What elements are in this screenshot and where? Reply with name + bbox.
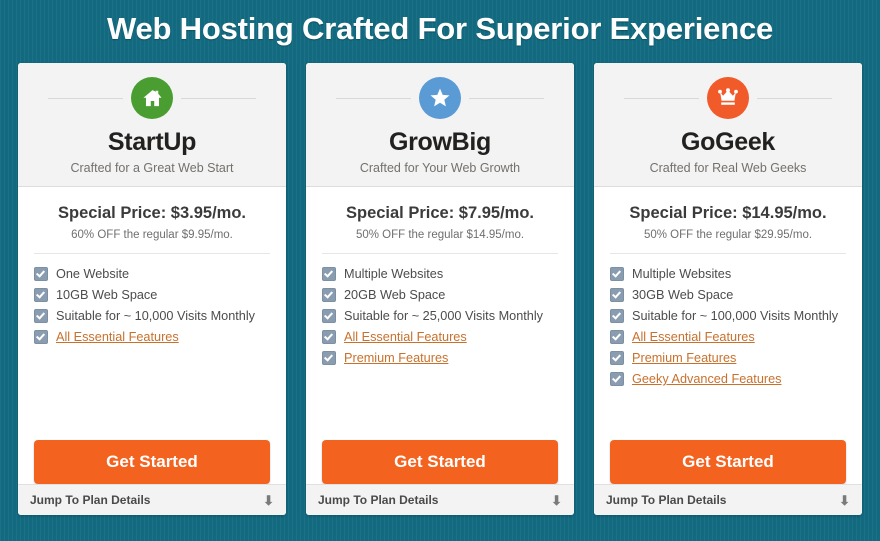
plan-tagline: Crafted for Real Web Geeks bbox=[649, 161, 807, 175]
divider-left bbox=[624, 97, 699, 99]
plan-icon-row bbox=[594, 77, 862, 119]
plan-name: GrowBig bbox=[388, 128, 492, 156]
feature-text: 30GB Web Space bbox=[632, 288, 734, 302]
feature-text: 20GB Web Space bbox=[344, 288, 446, 302]
card-header-startup: StartUp Crafted for a Great Web Start bbox=[18, 63, 286, 187]
feature-link[interactable]: Premium Features bbox=[632, 351, 736, 365]
price-block: Special Price: $14.95/mo. 50% OFF the reg… bbox=[610, 187, 846, 254]
feature-text: Suitable for ~ 25,000 Visits Monthly bbox=[344, 309, 544, 323]
arrow-down-icon: ⬇ bbox=[551, 492, 562, 508]
check-icon bbox=[34, 288, 48, 302]
plan-tagline: Crafted for Your Web Growth bbox=[359, 161, 521, 175]
feature-item: Suitable for ~ 100,000 Visits Monthly bbox=[610, 309, 862, 323]
plan-name: StartUp bbox=[107, 128, 197, 156]
feature-item: Suitable for ~ 10,000 Visits Monthly bbox=[34, 309, 286, 323]
divider-left bbox=[336, 97, 411, 99]
feature-item: All Essential Features bbox=[322, 330, 574, 344]
feature-link[interactable]: Geeky Advanced Features bbox=[632, 372, 782, 386]
feature-item: Geeky Advanced Features bbox=[610, 372, 862, 386]
price-block: Special Price: $7.95/mo. 50% OFF the regu… bbox=[322, 187, 558, 254]
jump-to-plan-details[interactable]: Jump To Plan Details ⬇ bbox=[18, 484, 286, 515]
feature-item: All Essential Features bbox=[34, 330, 286, 344]
feature-link[interactable]: All Essential Features bbox=[344, 330, 467, 344]
check-icon bbox=[34, 330, 48, 344]
feature-link[interactable]: Premium Features bbox=[344, 351, 448, 365]
divider-right bbox=[181, 97, 256, 99]
feature-text: Multiple Websites bbox=[344, 267, 444, 281]
crown-icon bbox=[707, 77, 749, 119]
feature-item: Multiple Websites bbox=[610, 267, 862, 281]
special-price: Special Price: $14.95/mo. bbox=[629, 204, 827, 222]
jump-to-plan-details[interactable]: Jump To Plan Details ⬇ bbox=[594, 484, 862, 515]
feature-text: Suitable for ~ 10,000 Visits Monthly bbox=[56, 309, 256, 323]
feature-list: One Website 10GB Web Space Suitable for ~ … bbox=[18, 254, 286, 434]
card-header-gogeek: GoGeek Crafted for Real Web Geeks bbox=[594, 63, 862, 187]
discount-note: 50% OFF the regular $14.95/mo. bbox=[355, 229, 525, 241]
check-icon bbox=[34, 267, 48, 281]
price-block: Special Price: $3.95/mo. 60% OFF the regu… bbox=[34, 187, 270, 254]
plan-tagline: Crafted for a Great Web Start bbox=[70, 161, 234, 175]
cta-wrapper: Get Started bbox=[594, 434, 862, 484]
feature-item: Multiple Websites bbox=[322, 267, 574, 281]
get-started-button[interactable]: Get Started bbox=[610, 440, 846, 484]
get-started-button[interactable]: Get Started bbox=[34, 440, 270, 484]
feature-link[interactable]: All Essential Features bbox=[632, 330, 755, 344]
house-icon bbox=[131, 77, 173, 119]
check-icon bbox=[610, 309, 624, 323]
feature-list: Multiple Websites 30GB Web Space Suitable … bbox=[594, 254, 862, 434]
divider-right bbox=[469, 97, 544, 99]
divider-left bbox=[48, 97, 123, 99]
check-icon bbox=[322, 309, 336, 323]
feature-text: Multiple Websites bbox=[632, 267, 732, 281]
check-icon bbox=[322, 330, 336, 344]
pricing-card-startup: StartUp Crafted for a Great Web Start Spec… bbox=[18, 63, 286, 515]
divider-right bbox=[757, 97, 832, 99]
feature-text: Suitable for ~ 100,000 Visits Monthly bbox=[632, 309, 839, 323]
check-icon bbox=[610, 372, 624, 386]
feature-item: Suitable for ~ 25,000 Visits Monthly bbox=[322, 309, 574, 323]
jump-to-plan-details-label: Jump To Plan Details bbox=[606, 493, 727, 507]
jump-to-plan-details[interactable]: Jump To Plan Details ⬇ bbox=[306, 484, 574, 515]
check-icon bbox=[322, 351, 336, 365]
plan-name: GoGeek bbox=[680, 128, 776, 156]
check-icon bbox=[322, 288, 336, 302]
check-icon bbox=[610, 330, 624, 344]
arrow-down-icon: ⬇ bbox=[263, 492, 274, 508]
get-started-button[interactable]: Get Started bbox=[322, 440, 558, 484]
page-title: Web Hosting Crafted For Superior Experie… bbox=[106, 11, 774, 46]
feature-text: 10GB Web Space bbox=[56, 288, 158, 302]
feature-text: One Website bbox=[56, 267, 130, 281]
star-icon bbox=[419, 77, 461, 119]
plan-icon-row bbox=[18, 77, 286, 119]
plan-icon-row bbox=[306, 77, 574, 119]
special-price: Special Price: $7.95/mo. bbox=[345, 204, 535, 222]
cta-wrapper: Get Started bbox=[18, 434, 286, 484]
card-header-growbig: GrowBig Crafted for Your Web Growth bbox=[306, 63, 574, 187]
pricing-card-gogeek: GoGeek Crafted for Real Web Geeks Special … bbox=[594, 63, 862, 515]
check-icon bbox=[610, 288, 624, 302]
feature-item: Premium Features bbox=[610, 351, 862, 365]
feature-item: All Essential Features bbox=[610, 330, 862, 344]
cta-wrapper: Get Started bbox=[306, 434, 574, 484]
discount-note: 60% OFF the regular $9.95/mo. bbox=[71, 229, 233, 241]
feature-item: One Website bbox=[34, 267, 286, 281]
arrow-down-icon: ⬇ bbox=[839, 492, 850, 508]
check-icon bbox=[610, 267, 624, 281]
check-icon bbox=[610, 351, 624, 365]
feature-link[interactable]: All Essential Features bbox=[56, 330, 179, 344]
jump-to-plan-details-label: Jump To Plan Details bbox=[318, 493, 439, 507]
feature-item: 30GB Web Space bbox=[610, 288, 862, 302]
feature-item: Premium Features bbox=[322, 351, 574, 365]
feature-item: 20GB Web Space bbox=[322, 288, 574, 302]
jump-to-plan-details-label: Jump To Plan Details bbox=[30, 493, 151, 507]
pricing-card-growbig: GrowBig Crafted for Your Web Growth Specia… bbox=[306, 63, 574, 515]
special-price: Special Price: $3.95/mo. bbox=[57, 204, 247, 222]
check-icon bbox=[34, 309, 48, 323]
pricing-cards-row: StartUp Crafted for a Great Web Start Spec… bbox=[0, 63, 880, 515]
discount-note: 50% OFF the regular $29.95/mo. bbox=[643, 229, 813, 241]
check-icon bbox=[322, 267, 336, 281]
feature-list: Multiple Websites 20GB Web Space Suitable … bbox=[306, 254, 574, 434]
feature-item: 10GB Web Space bbox=[34, 288, 286, 302]
